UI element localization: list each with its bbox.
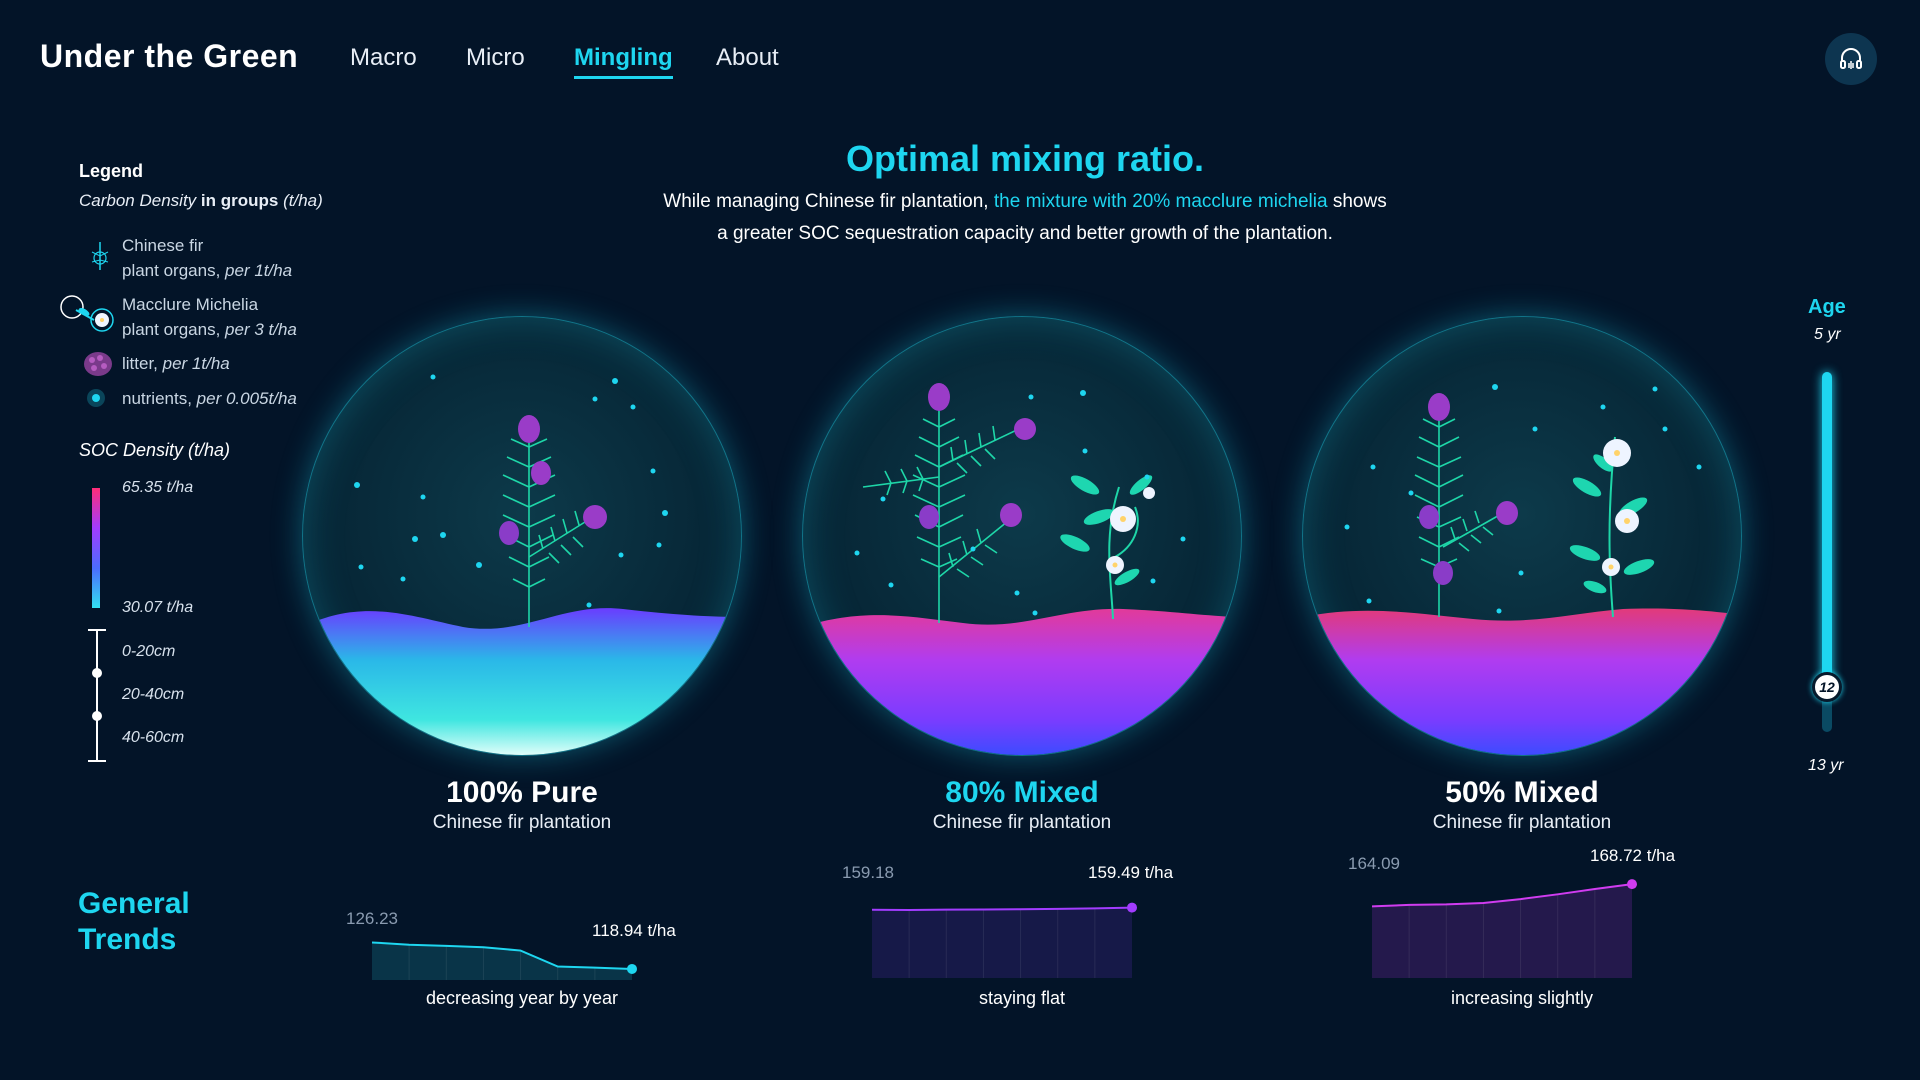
legend-item-name: Chinese fir — [122, 236, 204, 255]
depth-tick — [88, 629, 106, 631]
legend-subtitle-unit: (t/ha) — [283, 191, 323, 210]
page-title: Optimal mixing ratio. — [845, 138, 1205, 179]
age-max-label: 13 yr — [1808, 757, 1844, 774]
legend-item-nutrients: nutrients, per 0.005t/ha — [122, 386, 297, 411]
depth-marker — [92, 668, 102, 678]
fir-icon — [91, 242, 109, 270]
nav-micro[interactable]: Micro — [466, 44, 525, 72]
litter-icon — [84, 352, 112, 376]
trend-area — [872, 907, 1132, 978]
legend-subtitle: Carbon Density in groups (t/ha) — [79, 191, 323, 211]
michelia-flower-icon — [60, 295, 114, 332]
age-title: Age — [1808, 296, 1846, 318]
trend-chart-80 — [872, 902, 1137, 978]
orb-title-pure: 100% Pure — [446, 776, 598, 809]
nav-macro[interactable]: Macro — [350, 44, 417, 72]
nav-about[interactable]: About — [716, 44, 779, 72]
legend-title: Legend — [79, 161, 144, 181]
age-min-label: 5 yr — [1814, 326, 1841, 343]
legend-item-name: Macclure Michelia — [122, 295, 259, 314]
legend-item-litter: litter, per 1t/ha — [122, 351, 230, 376]
subtitle-part: While managing Chinese fir plantation, — [663, 191, 994, 212]
trend-chart-50 — [1372, 879, 1637, 978]
legend-item-michelia: Macclure Michelia plant organs, per 3 t/… — [122, 292, 297, 342]
trend-end-point — [627, 963, 637, 974]
trend-caption-80: staying flat — [978, 988, 1066, 1008]
orb-pure-fir[interactable] — [302, 316, 742, 756]
brand-logo[interactable]: Under the Green — [40, 38, 298, 75]
legend-item-name: litter, — [122, 354, 158, 373]
orb-subtitle-80: Chinese fir plantation — [932, 812, 1112, 833]
trends-title: General Trends — [78, 886, 190, 958]
soc-density-title: SOC Density (t/ha) — [79, 440, 231, 460]
trend-chart-pure — [372, 941, 637, 980]
legend-item-unit: per 1t/ha — [225, 261, 293, 280]
soc-gradient-bar — [92, 488, 100, 608]
orb-subtitle-pure: Chinese fir plantation — [432, 812, 612, 833]
age-slider-fill — [1822, 372, 1832, 687]
soc-min-label: 30.07 t/ha — [122, 599, 194, 616]
orb-subtitle-50: Chinese fir plantation — [1432, 812, 1612, 833]
depth-label-40-60: 40-60cm — [122, 729, 185, 746]
soc-max-label: 65.35 t/ha — [122, 479, 194, 496]
page-subtitle: While managing Chinese fir plantation, t… — [560, 186, 1490, 250]
legend-item-unit: per 0.005t/ha — [196, 389, 297, 408]
trend-end-point — [1127, 902, 1137, 913]
subtitle-highlight: the mixture with 20% macclure michelia — [993, 191, 1328, 212]
audio-button[interactable] — [1825, 33, 1877, 85]
trend-start-value: 159.18 — [842, 863, 894, 882]
trend-end-value: 168.72 t/ha — [1590, 846, 1676, 865]
legend-subtitle-bold: in groups — [200, 191, 279, 210]
depth-label-0-20: 0-20cm — [122, 643, 176, 660]
trend-caption-pure: decreasing year by year — [425, 988, 619, 1008]
legend-item-unit: per 3 t/ha — [225, 320, 297, 339]
orb-80-mixed[interactable] — [802, 316, 1242, 756]
trend-caption-50: increasing slightly — [1450, 988, 1594, 1008]
legend-item-unit: per 1t/ha — [162, 354, 230, 373]
legend-subtitle-italic: Carbon Density — [79, 191, 197, 210]
legend-item-name: nutrients, — [122, 389, 192, 408]
depth-axis — [96, 630, 98, 762]
age-slider-handle[interactable]: 12 — [1812, 672, 1842, 702]
trend-end-point — [1627, 879, 1637, 890]
subtitle-part: shows — [1327, 191, 1387, 212]
legend-item-fir: Chinese fir plant organs, per 1t/ha — [122, 233, 292, 283]
depth-marker — [92, 711, 102, 721]
trends-title-line1: General — [78, 887, 190, 920]
orb-50-mixed[interactable] — [1302, 316, 1742, 756]
orb-title-80: 80% Mixed — [945, 776, 1099, 809]
trend-start-value: 126.23 — [346, 909, 398, 928]
nav-mingling[interactable]: Mingling — [574, 44, 673, 79]
depth-label-20-40: 20-40cm — [122, 686, 185, 703]
trend-area — [1372, 884, 1632, 978]
legend-item-desc: plant organs, — [122, 320, 221, 339]
trend-end-value: 159.49 t/ha — [1088, 863, 1174, 882]
nutrient-dot-icon — [87, 389, 105, 407]
trends-title-line2: Trends — [78, 923, 177, 956]
headphones-icon — [1840, 48, 1862, 69]
legend-item-desc: plant organs, — [122, 261, 221, 280]
orb-title-50: 50% Mixed — [1445, 776, 1599, 809]
subtitle-part: a greater SOC sequestration capacity and… — [717, 223, 1333, 244]
depth-tick — [88, 760, 106, 762]
